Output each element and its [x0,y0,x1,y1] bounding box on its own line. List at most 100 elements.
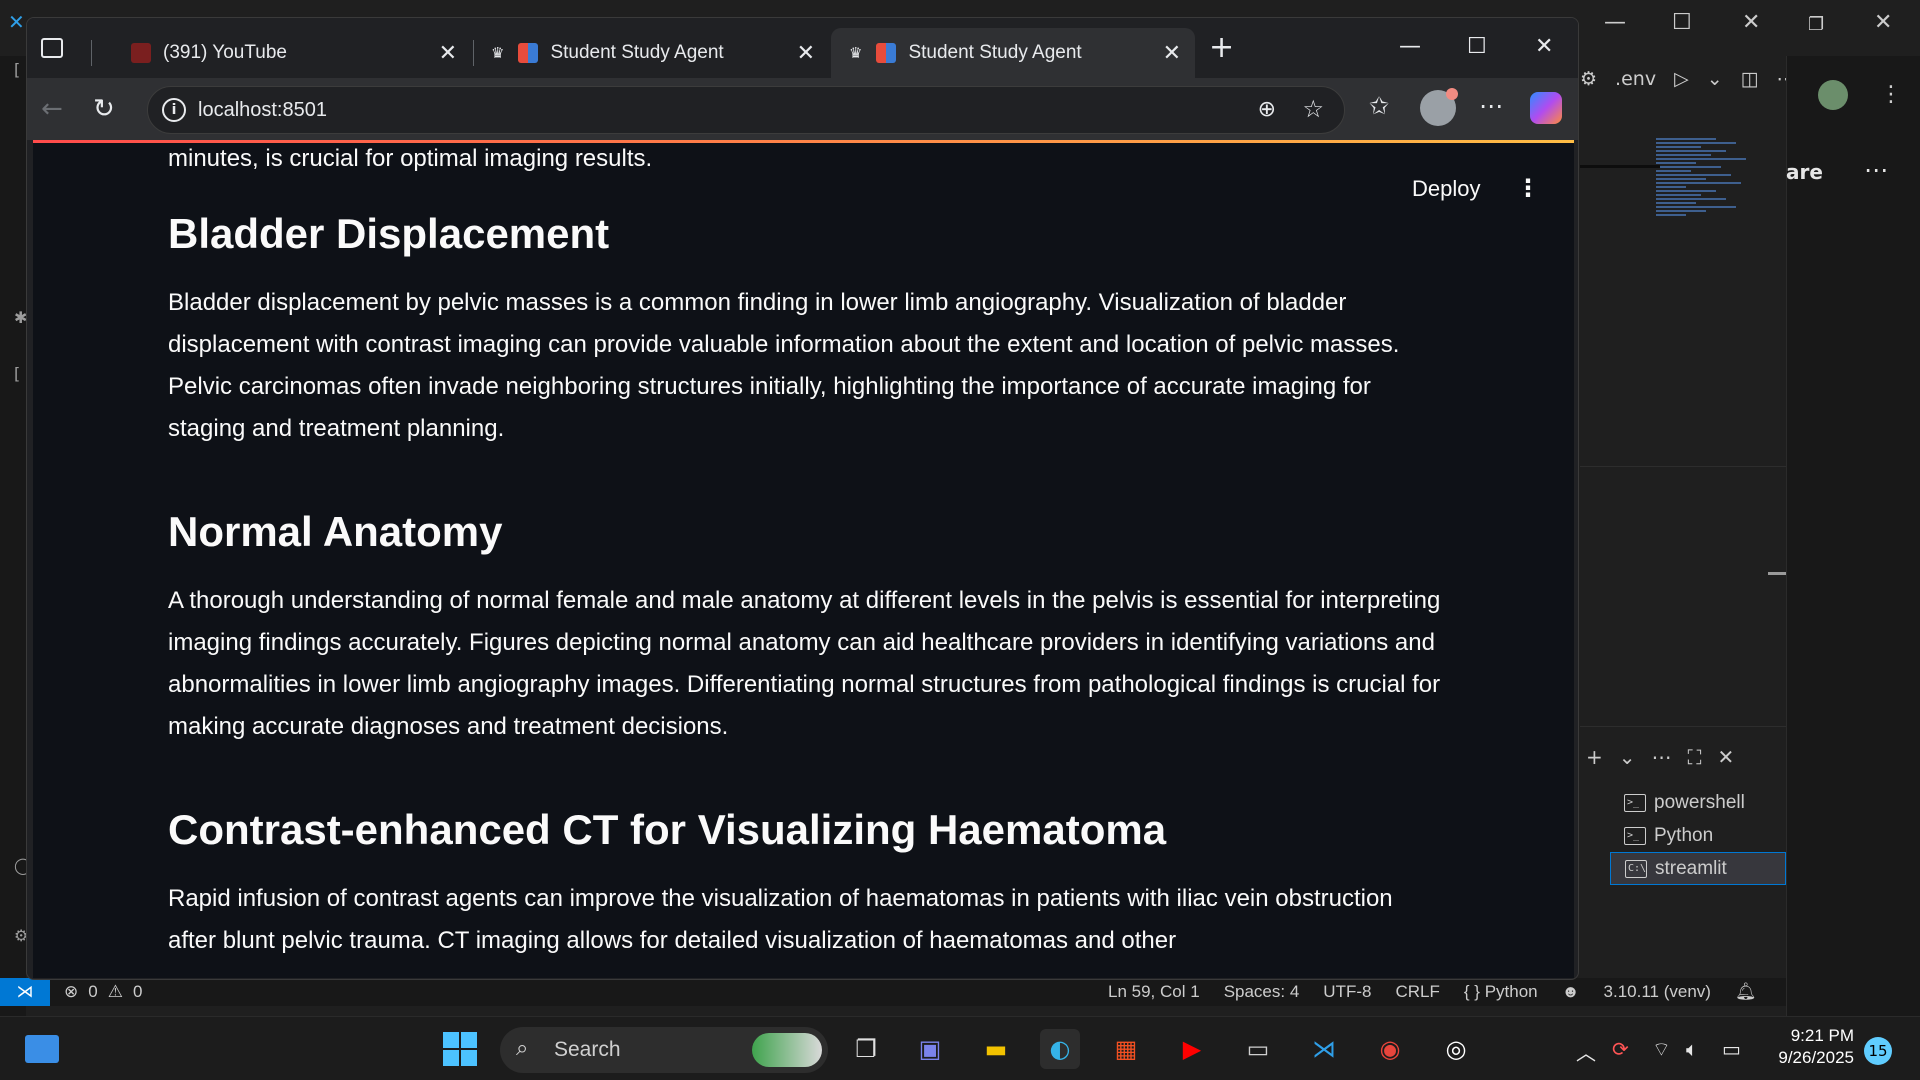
edge-icon[interactable]: ◐ [1040,1029,1080,1069]
chevron-down-icon[interactable]: ⌄ [1707,68,1723,90]
error-count: 0 [88,982,98,1001]
widgets-icon[interactable] [22,1029,62,1069]
window-close-icon[interactable]: ✕ [1874,10,1892,35]
file-explorer-icon[interactable]: ▬ [976,1029,1016,1069]
browser-window: (391) YouTube ✕ ♛ Student Study Agent ✕ … [26,17,1579,980]
window-restore-icon[interactable]: ❐ [1808,14,1824,35]
remote-icon[interactable]: ⋊ [0,978,50,1006]
python-interpreter[interactable]: 3.10.11 (venv) [1604,982,1711,1002]
url-bar[interactable]: i localhost:8501 ⊕ ☆ [147,86,1345,134]
show-hidden-icons-icon[interactable]: ︿ [1576,1037,1596,1066]
chat-icon[interactable]: ▣ [910,1029,950,1069]
copilot-icon[interactable] [1530,92,1562,124]
terminal-app-icon[interactable]: ▭ [1238,1029,1278,1069]
maximize-panel-icon[interactable]: ⛶ [1688,745,1702,769]
new-terminal-icon[interactable]: + [1586,745,1603,769]
minimap[interactable] [1656,136,1756,256]
section-heading: Bladder Displacement [168,210,610,257]
language-mode[interactable]: { } Python [1464,982,1538,1002]
settings-more-icon[interactable]: ⋯ [1479,92,1503,120]
vscode-minimize-icon[interactable]: — [1604,10,1626,35]
scrollbar-thumb[interactable] [1768,572,1786,575]
clock[interactable]: 9:21 PM 9/26/2025 [1768,1025,1854,1069]
vscode-maximize-icon[interactable]: ☐ [1672,10,1692,35]
search-highlight-icon [752,1033,822,1067]
battery-icon[interactable]: ▭ [1722,1037,1741,1061]
chevron-down-icon[interactable]: ⌄ [1619,745,1636,769]
indentation[interactable]: Spaces: 4 [1224,982,1300,1002]
vscode-logo-icon: ✕ [8,10,25,34]
notification-badge[interactable]: 15 [1864,1037,1892,1065]
paragraph: A thorough understanding of normal femal… [168,587,1441,740]
copilot-icon[interactable]: ☻ [1562,982,1580,1002]
close-tab-icon[interactable]: ✕ [439,40,457,66]
more-actions-icon[interactable]: ⋮ [1880,82,1902,107]
youtube-favicon-icon [131,43,151,63]
wifi-icon[interactable]: ⌔ [1652,1037,1671,1062]
problems-indicator[interactable]: ⊗ 0 ⚠ 0 [64,982,142,1002]
secondary-sidebar-title: are [1786,160,1823,184]
secondary-sidebar [1786,56,1920,1016]
env-file-label[interactable]: .env [1615,68,1656,90]
vscode-close-icon[interactable]: ✕ [1742,10,1760,35]
date: 9/26/2025 [1778,1048,1854,1067]
gear-icon[interactable]: ⚙ [1580,68,1597,90]
new-tab-icon[interactable]: + [1209,30,1234,65]
volume-icon[interactable]: 🔈︎ [1686,1037,1698,1061]
reload-icon[interactable]: ↻ [93,94,115,124]
main-menu-icon[interactable]: ⋮ [1516,174,1540,202]
more-actions-icon[interactable]: ⋯ [1864,156,1888,184]
task-view-icon[interactable]: ❐ [846,1029,886,1069]
encoding[interactable]: UTF-8 [1323,982,1371,1002]
vscode-app-icon[interactable]: ⋊ [1304,1029,1344,1069]
taskbar-search[interactable]: ⌕ Search [500,1027,828,1073]
back-icon[interactable]: ← [41,94,63,124]
crown-icon: ♛ [849,45,863,62]
url-text[interactable]: localhost:8501 [198,99,327,122]
close-tab-icon[interactable]: ✕ [797,40,815,66]
sync-icon[interactable]: ⟳ [1612,1037,1629,1061]
zoom-icon[interactable]: ⊕ [1258,97,1276,122]
section-heading: Normal Anatomy [168,508,503,555]
terminal-item-streamlit[interactable]: C:\ streamlit [1610,852,1786,885]
chrome-icon[interactable]: ◉ [1370,1029,1410,1069]
close-window-icon[interactable]: ✕ [1535,34,1553,59]
maximize-icon[interactable]: ☐ [1467,34,1487,59]
app-favicon-icon [876,43,897,63]
panel-divider [1580,466,1786,467]
explorer-icon[interactable]: [ [14,60,20,79]
terminal-label: Python [1654,824,1714,846]
store-icon[interactable]: ▦ [1106,1029,1146,1069]
search-panel-icon[interactable]: [ [14,364,20,383]
run-icon[interactable]: ▷ [1674,68,1689,90]
close-tab-icon[interactable]: ✕ [1163,40,1181,66]
site-info-icon[interactable]: i [162,98,186,122]
terminal-item-python[interactable]: >_ Python [1610,819,1786,852]
bell-icon[interactable]: 🔔︎ [1735,982,1757,1002]
warning-icon: ⚠ [107,982,123,1001]
address-bar: ← ↻ i localhost:8501 ⊕ ☆ ✩ ⋯ [27,78,1578,140]
braces-icon: { } [1463,982,1480,1001]
line-ending[interactable]: CRLF [1395,982,1439,1002]
terminal-icon: >_ [1624,793,1646,812]
tab-student-study-agent-active[interactable]: ♛ Student Study Agent ✕ [831,28,1195,78]
app-ring-icon[interactable]: ◎ [1436,1029,1476,1069]
terminal-toolbar: + ⌄ ⋯ ⛶ ✕ [1586,742,1734,772]
cursor-position[interactable]: Ln 59, Col 1 [1108,982,1200,1002]
account-avatar[interactable] [1818,80,1848,110]
tab-youtube[interactable]: (391) YouTube ✕ [101,28,471,78]
start-button[interactable] [440,1029,480,1069]
tab-actions-icon[interactable] [41,38,63,58]
close-panel-icon[interactable]: ✕ [1718,745,1735,769]
favorites-icon[interactable]: ✩ [1369,92,1389,120]
terminal-item-powershell[interactable]: >_ powershell [1610,786,1786,819]
youtube-icon[interactable]: ▶ [1172,1029,1212,1069]
minimize-icon[interactable]: — [1399,34,1421,59]
split-editor-icon[interactable]: ◫ [1741,68,1759,90]
panel-divider [1580,726,1786,727]
more-actions-icon[interactable]: ⋯ [1652,745,1672,769]
terminal-label: streamlit [1655,857,1727,879]
profile-avatar[interactable] [1420,88,1458,126]
tab-student-study-agent[interactable]: ♛ Student Study Agent ✕ [479,28,829,78]
favorite-star-icon[interactable]: ☆ [1302,95,1324,123]
